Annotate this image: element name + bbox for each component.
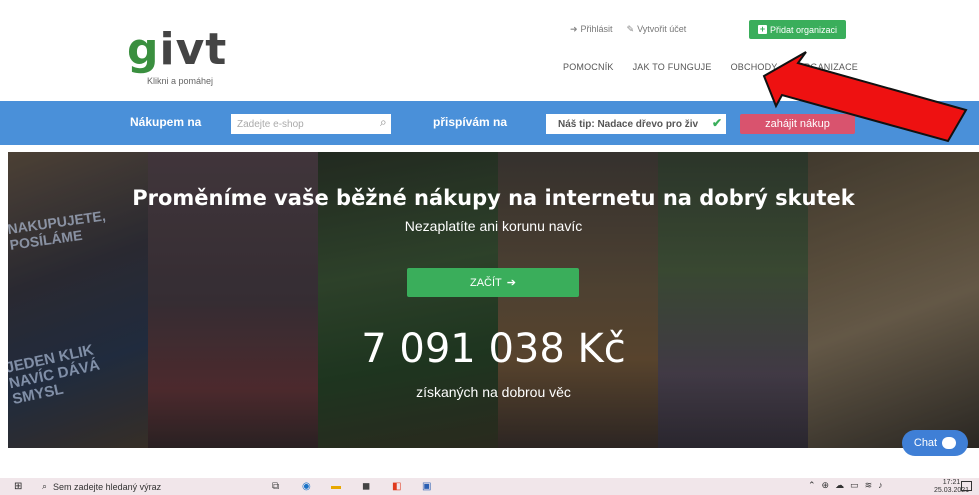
search-icon[interactable]: ⌕ (380, 115, 387, 130)
volume-icon[interactable]: ♪ (878, 480, 883, 491)
word-icon[interactable]: ▣ (422, 481, 431, 492)
givt-logo[interactable]: givt Klikni a pomáhej (127, 24, 228, 87)
start-button[interactable]: ZAČÍT ➔ (407, 268, 579, 297)
chevron-up-icon[interactable]: ⌃ (808, 480, 816, 491)
store-icon[interactable]: ◼ (362, 481, 370, 492)
login-link[interactable]: ➜ Přihlásit (570, 24, 613, 35)
create-account-label: Vytvořit účet (637, 24, 687, 34)
buy-label: Nákupem na (130, 115, 202, 129)
system-tray: ⌃ ⊕ ☁ ▭ ≋ ♪ (808, 480, 883, 491)
login-icon: ➜ (570, 23, 578, 34)
login-label: Přihlásit (580, 24, 613, 34)
main-nav: POMOCNÍK JAK TO FUNGUJE OBCHODY ORGANIZA… (563, 62, 858, 72)
windows-start-icon[interactable]: ⊞ (14, 481, 22, 492)
notification-icon[interactable] (961, 481, 972, 491)
give-label: přispívám na (433, 115, 508, 129)
edge-browser-icon[interactable]: ◉ (302, 481, 311, 492)
wifi-icon[interactable]: ≋ (865, 480, 873, 491)
office-icon[interactable]: ◧ (392, 481, 401, 492)
raised-amount-counter: 7 091 038 Kč (361, 326, 626, 372)
top-links: ➜ Přihlásit ✎ Vytvořit účet (570, 18, 686, 40)
add-organization-button[interactable]: + Přidat organizaci (749, 20, 846, 39)
taskbar-search-placeholder: Sem zadejte hledaný výraz (53, 481, 162, 492)
chat-button[interactable]: Chat (902, 430, 968, 456)
nav-item-pomocnik[interactable]: POMOCNÍK (563, 62, 614, 72)
hero-banner: NAKUPUJETE, POSÍLÁME JEDEN KLIK NAVÍC DÁ… (8, 152, 979, 448)
search-icon: ⌕ (42, 481, 48, 491)
plus-icon: + (757, 24, 767, 34)
create-account-link[interactable]: ✎ Vytvořit účet (627, 24, 687, 35)
chat-bubble-icon (942, 437, 957, 449)
site-header: givt Klikni a pomáhej ➜ Přihlásit ✎ Vytv… (0, 0, 979, 101)
check-icon: ✔ (712, 116, 723, 130)
shop-search-input[interactable]: Zadejte e-shop (231, 114, 391, 134)
start-button-label: ZAČÍT (470, 276, 502, 289)
add-organization-label: Přidat organizaci (769, 24, 838, 35)
arrow-right-icon: ➔ (506, 277, 516, 289)
nav-item-organizace[interactable]: ORGANIZACE (797, 62, 859, 72)
hero-subtitle: Nezaplatíte ani korunu navíc (404, 218, 583, 234)
organization-tip-select[interactable]: Náš tip: Nadace dřevo pro živ (546, 114, 726, 134)
start-shopping-button[interactable]: zahájit nákup (740, 114, 855, 134)
logo-tagline: Klikni a pomáhej (147, 76, 214, 86)
nav-item-jak-to-funguje[interactable]: JAK TO FUNGUJE (633, 62, 712, 72)
page: givt Klikni a pomáhej ➜ Přihlásit ✎ Vytv… (0, 0, 979, 495)
chat-label: Chat (913, 437, 938, 449)
nav-item-obchody[interactable]: OBCHODY (731, 62, 778, 72)
taskbar-search[interactable]: ⌕ Sem zadejte hledaný výraz (42, 478, 242, 495)
network-icon[interactable]: ⊕ (822, 480, 830, 491)
hero-title: Proměníme vaše běžné nákupy na internetu… (132, 186, 855, 210)
task-view-icon[interactable]: ⧉ (272, 481, 279, 492)
file-explorer-icon[interactable]: ▬ (331, 481, 341, 492)
edit-icon: ✎ (626, 23, 635, 34)
battery-icon[interactable]: ▭ (850, 480, 859, 491)
raised-amount-label: získaných na dobrou věc (416, 384, 571, 400)
windows-taskbar: ⊞ ⌕ Sem zadejte hledaný výraz ⧉ ◉ ▬ ◼ ◧ … (0, 478, 979, 495)
logo-wordmark: givt (127, 24, 228, 75)
cloud-icon[interactable]: ☁ (835, 480, 844, 491)
